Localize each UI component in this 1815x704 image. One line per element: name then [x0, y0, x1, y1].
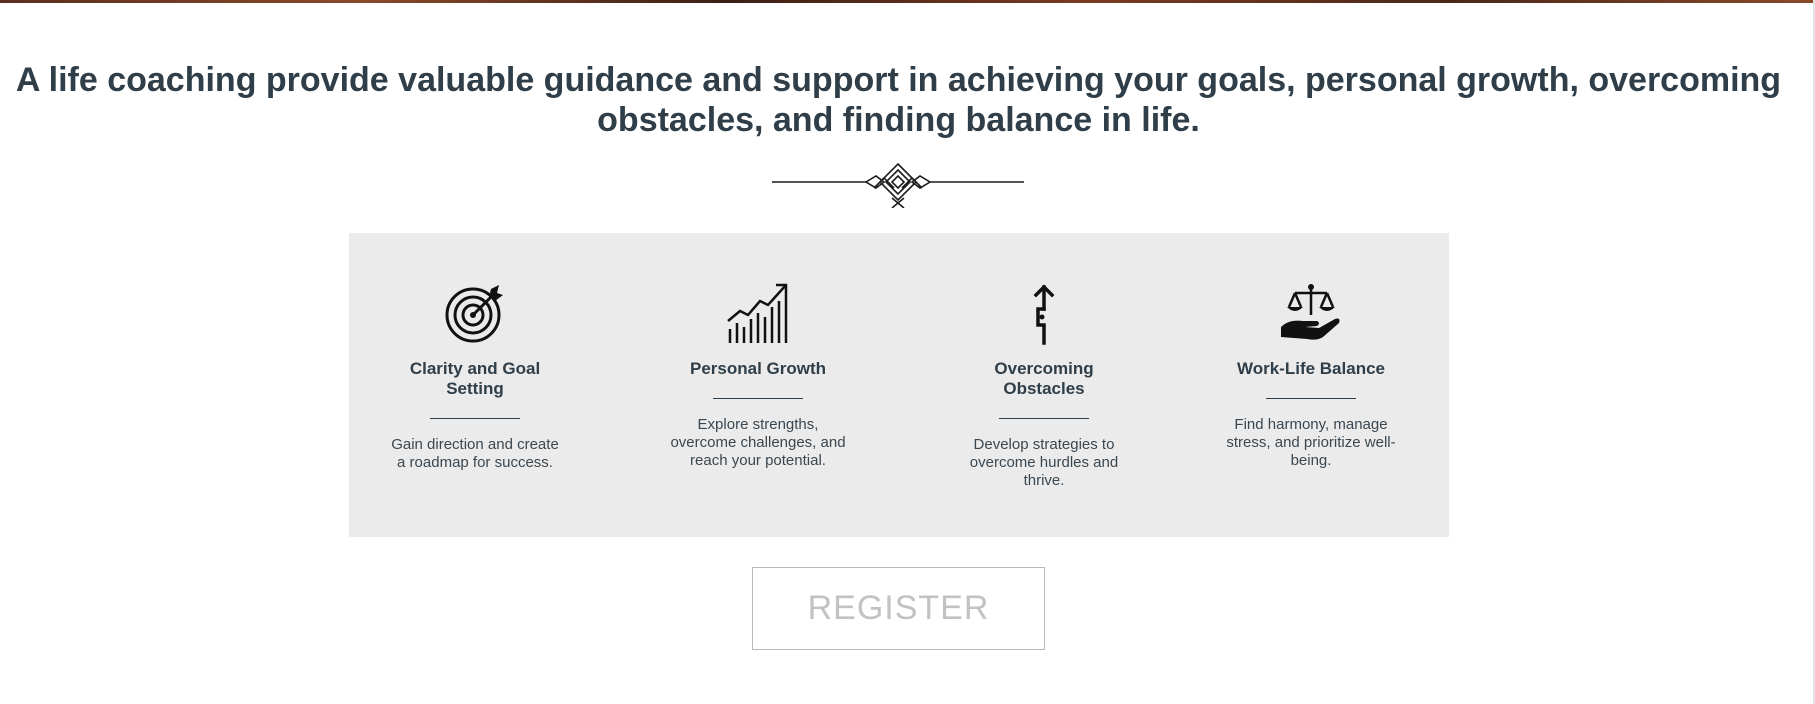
features-panel: Clarity and Goal Setting Gain direction …: [349, 233, 1449, 537]
feature-description: Develop strategies to overcome hurdles a…: [969, 436, 1119, 489]
obstacle-path-icon: [1033, 284, 1055, 345]
feature-description: Find harmony, manage stress, and priorit…: [1226, 416, 1396, 469]
page-headline: A life coaching provide valuable guidanc…: [15, 61, 1782, 139]
feature-divider: [430, 418, 520, 419]
feature-description: Explore strengths, overcome challenges, …: [670, 416, 846, 469]
feature-divider: [1266, 398, 1356, 399]
feature-divider: [999, 418, 1089, 419]
register-button[interactable]: REGISTER: [752, 567, 1045, 650]
feature-title: Overcoming Obstacles: [994, 359, 1094, 398]
feature-work-life-balance: Work-Life Balance Find harmony, manage s…: [1219, 281, 1403, 470]
growth-chart-icon: [727, 283, 788, 343]
feature-description: Gain direction and create a roadmap for …: [391, 436, 559, 471]
top-image-strip: [0, 0, 1815, 3]
feature-clarity: Clarity and Goal Setting Gain direction …: [383, 281, 567, 472]
feature-personal-growth: Personal Growth Explore strengths, overc…: [666, 281, 850, 470]
feature-overcoming-obstacles: Overcoming Obstacles Develop strategies …: [952, 281, 1136, 490]
target-icon: [445, 285, 503, 343]
feature-title: Clarity and Goal Setting: [409, 359, 541, 398]
feature-divider: [713, 398, 803, 399]
feature-title: Personal Growth: [689, 359, 827, 378]
ornament-divider-icon: [772, 162, 1024, 208]
feature-title: Work-Life Balance: [1236, 359, 1385, 378]
balance-hand-icon: [1281, 284, 1340, 340]
